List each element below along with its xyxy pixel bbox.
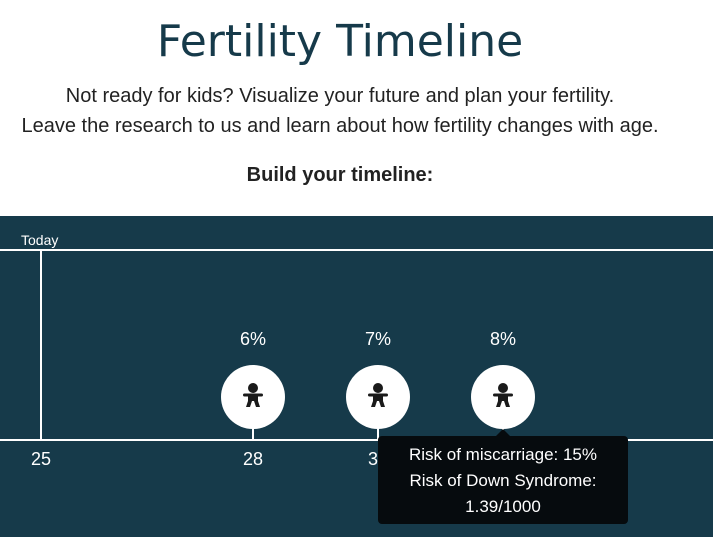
subtitle-line-2: Leave the research to us and learn about…: [21, 115, 659, 137]
timeline-marker-3[interactable]: 8%: [471, 329, 535, 441]
baby-icon: [493, 383, 513, 407]
baby-icon: [243, 383, 263, 407]
baby-icon-button[interactable]: [471, 365, 535, 429]
marker-percent: 8%: [489, 329, 516, 349]
baby-icon-button[interactable]: [346, 365, 410, 429]
tooltip-miscarriage-risk: Risk of miscarriage: 15%: [408, 445, 597, 464]
risk-tooltip: Risk of miscarriage: 15% Risk of Down Sy…: [378, 429, 628, 524]
timeline-marker-2[interactable]: 7%: [346, 329, 410, 441]
build-timeline-label: Build your timeline:: [246, 164, 434, 186]
subtitle-line-1: Not ready for kids? Visualize your futur…: [65, 85, 615, 107]
page-header: Fertility Timeline Not ready for kids? V…: [0, 0, 713, 216]
age-tick-25: 25: [30, 449, 52, 469]
baby-icon-button[interactable]: [221, 365, 285, 429]
today-marker-line: [40, 249, 42, 441]
marker-stem: [252, 427, 254, 441]
tooltip-down-syndrome-label: Risk of Down Syndrome:: [409, 471, 597, 490]
tooltip-arrow: [496, 429, 510, 436]
today-label: Today: [21, 232, 59, 248]
timeline-top-line: [0, 249, 713, 251]
timeline-marker-1[interactable]: 6%: [221, 329, 285, 441]
marker-percent: 7%: [364, 329, 391, 349]
marker-percent: 6%: [239, 329, 266, 349]
age-tick-28: 28: [242, 449, 264, 469]
tooltip-down-syndrome-value: 1.39/1000: [465, 497, 541, 516]
page-title: Fertility Timeline: [156, 16, 524, 67]
baby-icon: [368, 383, 388, 407]
